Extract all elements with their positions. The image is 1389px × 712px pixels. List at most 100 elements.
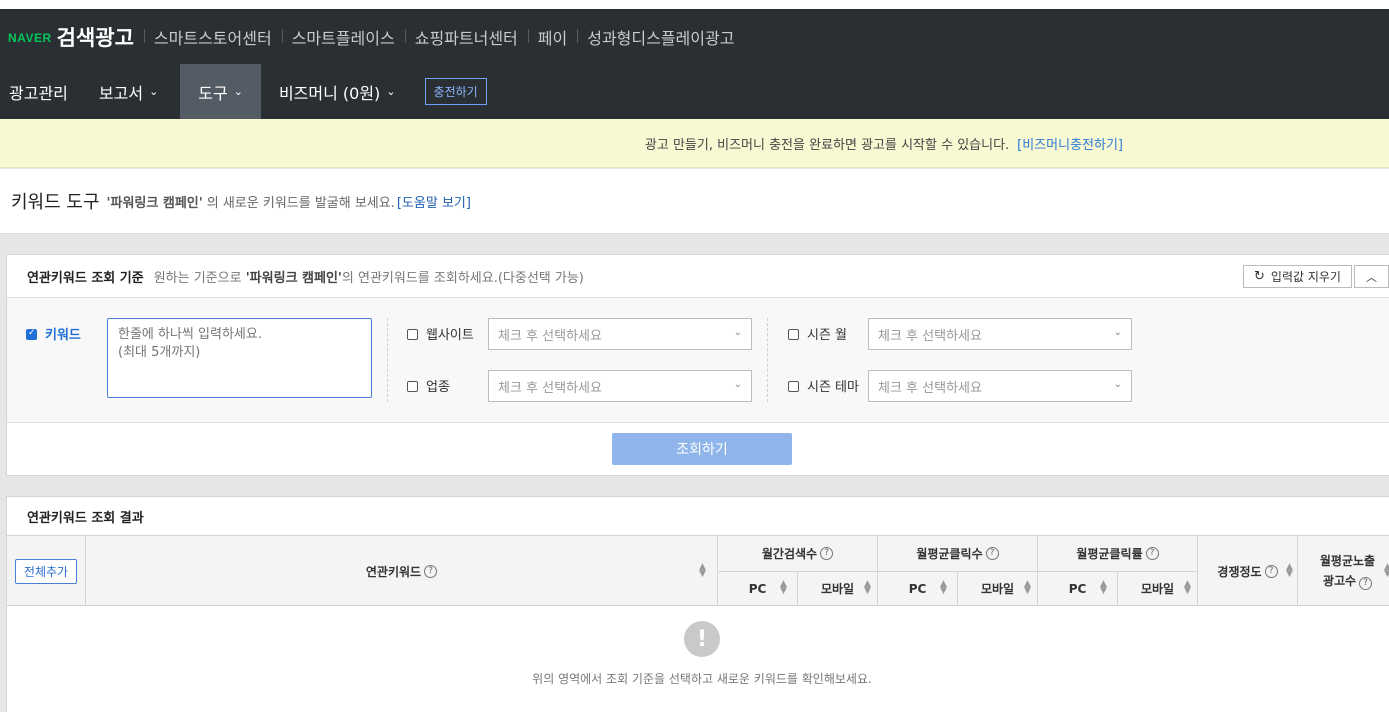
nav-ad-management[interactable]: 광고관리 [0, 64, 77, 119]
th-clicks-mobile[interactable]: 모바일 ▲ ▼ [958, 571, 1038, 606]
nav-tools-label: 도구 [198, 83, 228, 103]
question-circle-icon[interactable]: ? [820, 547, 834, 560]
th-clicks-mobile-label: 모바일 [980, 582, 1015, 596]
nav-tools[interactable]: 도구 ⌄ [180, 64, 261, 119]
th-avg-ctr: 월평균클릭률 ? [1038, 536, 1198, 571]
question-circle-icon[interactable]: ? [424, 564, 438, 578]
top-strip [0, 0, 1389, 9]
question-circle-icon[interactable]: ? [985, 547, 999, 560]
th-search-pc-label: PC [748, 581, 767, 596]
notice-text: 광고 만들기, 비즈머니 충전을 완료하면 광고를 시작할 수 있습니다. [644, 137, 1010, 153]
question-circle-icon[interactable]: ? [1145, 547, 1159, 560]
industry-select-value: 체크 후 선택하세요 [498, 380, 602, 396]
reset-input-button[interactable]: ↻ 입력값 지우기 [1243, 265, 1352, 288]
season-month-select-value: 체크 후 선택하세요 [878, 328, 982, 344]
nav-reports[interactable]: 보고서 ⌄ [90, 64, 167, 119]
question-circle-icon[interactable]: ? [1359, 577, 1373, 590]
nav-reports-label: 보고서 [98, 83, 144, 103]
gnb-link-smartplace[interactable]: 스마트플레이스 [281, 25, 405, 49]
criteria-description: 원하는 기준으로 '파워링크 캠페인'의 연관키워드를 조회하세요.(다중선택 … [153, 270, 584, 286]
chevron-down-icon: ⌄ [233, 85, 243, 98]
keyword-label: 키워드 [45, 328, 81, 343]
th-clicks-pc-label: PC [908, 581, 927, 596]
bizmoney-charge-link[interactable]: [비즈머니충전하기] [1017, 134, 1123, 153]
chevron-down-icon: ⌄ [1113, 379, 1122, 390]
season-month-select[interactable]: 체크 후 선택하세요 ⌄ [868, 318, 1132, 350]
keyword-checkbox[interactable] [26, 328, 37, 340]
th-avg-clicks: 월평균클릭수 ? [878, 536, 1038, 571]
results-title: 연관키워드 조회 결과 [7, 497, 1389, 536]
gnb-link-smartstore[interactable]: 스마트스토어센터 [143, 25, 282, 49]
keyword-textarea[interactable] [107, 318, 372, 398]
chevron-down-icon: ⌄ [1113, 327, 1122, 338]
season-theme-select[interactable]: 체크 후 선택하세요 ⌄ [868, 370, 1132, 402]
th-ctr-mobile-label: 모바일 [1140, 582, 1175, 596]
notice-bar: 광고 만들기, 비즈머니 충전을 완료하면 광고를 시작할 수 있습니다. [비… [0, 119, 1389, 168]
question-circle-icon[interactable]: ? [1264, 564, 1278, 578]
industry-select[interactable]: 체크 후 선택하세요 ⌄ [488, 370, 752, 402]
th-avg-ads-label-2: 광고수 [1322, 574, 1357, 588]
th-avg-ctr-label: 월평균클릭률 [1076, 547, 1143, 561]
nav-bizmoney[interactable]: 비즈머니 (0원) ⌄ [261, 64, 405, 119]
criteria-title: 연관키워드 조회 기준 [27, 270, 144, 286]
global-nav: NAVER 검색광고 스마트스토어센터 스마트플레이스 쇼핑파트너센터 페이 성… [0, 9, 1389, 64]
page-title: 키워드 도구 [11, 192, 100, 213]
th-search-mobile-label: 모바일 [820, 582, 855, 596]
criteria-panel: 연관키워드 조회 기준 원하는 기준으로 '파워링크 캠페인'의 연관키워드를 … [6, 254, 1389, 476]
chevron-down-icon: ⌄ [733, 379, 742, 390]
gnb-link-pay[interactable]: 페이 [527, 25, 577, 49]
th-avg-ads[interactable]: 월평균노출 광고수? ▲ ▼ [1298, 536, 1389, 606]
chevron-down-icon: ⌄ [149, 85, 159, 98]
sort-updown-icon[interactable]: ▲ ▼ [699, 563, 706, 579]
divider [387, 318, 388, 402]
website-select[interactable]: 체크 후 선택하세요 ⌄ [488, 318, 752, 350]
gnb-link-display-ads[interactable]: 성과형디스플레이광고 [577, 25, 744, 49]
criteria-footer: 조회하기 [7, 423, 1389, 475]
th-avg-clicks-label: 월평균클릭수 [916, 547, 983, 561]
sort-updown-icon[interactable]: ▲ ▼ [1384, 563, 1389, 579]
sort-updown-icon[interactable]: ▲ ▼ [1024, 580, 1031, 596]
gnb-link-shopping-partner[interactable]: 쇼핑파트너센터 [404, 25, 528, 49]
website-checkbox[interactable] [407, 329, 418, 340]
collapse-button[interactable]: ︿ [1354, 265, 1389, 288]
chevron-up-icon: ︿ [1366, 270, 1377, 284]
naver-logo: NAVER [8, 30, 52, 45]
charge-button[interactable]: 충전하기 [424, 78, 487, 105]
sort-updown-icon[interactable]: ▲ ▼ [1286, 563, 1293, 579]
season-month-checkbox[interactable] [788, 329, 799, 340]
campaign-name: '파워링크 캠페인' [106, 195, 203, 211]
results-panel: 연관키워드 조회 결과 전체추가 연관키워드 ? ▲ ▼ 월간검색수 ? 월평균클… [6, 496, 1389, 712]
sort-updown-icon[interactable]: ▲ ▼ [864, 580, 871, 596]
sort-updown-icon[interactable]: ▲ ▼ [940, 580, 947, 596]
th-keyword-label: 연관키워드 [365, 564, 422, 579]
season-theme-select-value: 체크 후 선택하세요 [878, 380, 982, 396]
empty-state: ! 위의 영역에서 조회 기준을 선택하고 새로운 키워드를 확인해보세요. [7, 607, 1389, 712]
search-button[interactable]: 조회하기 [612, 433, 792, 465]
th-ctr-pc[interactable]: PC ▲ ▼ [1038, 571, 1118, 606]
th-search-mobile[interactable]: 모바일 ▲ ▼ [798, 571, 878, 606]
th-avg-ads-label-1: 월평균노출 [1319, 554, 1376, 568]
sort-updown-icon[interactable]: ▲ ▼ [1184, 580, 1191, 596]
help-link[interactable]: [도움말 보기] [397, 192, 471, 211]
industry-checkbox[interactable] [407, 381, 418, 392]
season-month-label: 시즌 월 [807, 328, 848, 343]
results-table-header: 전체추가 연관키워드 ? ▲ ▼ 월간검색수 ? 월평균클릭수 ? 월평균클릭률 … [7, 536, 1389, 606]
th-monthly-search: 월간검색수 ? [718, 536, 878, 571]
logo[interactable]: NAVER 검색광고 [8, 22, 134, 52]
th-search-pc[interactable]: PC ▲ ▼ [718, 571, 798, 606]
th-keyword[interactable]: 연관키워드 ? ▲ ▼ [86, 536, 718, 606]
th-add-all: 전체추가 [7, 536, 86, 606]
nav-ad-management-label: 광고관리 [9, 83, 68, 103]
th-clicks-pc[interactable]: PC ▲ ▼ [878, 571, 958, 606]
page-title-bar: 키워드 도구 '파워링크 캠페인' 의 새로운 키워드를 발굴해 보세요. [도… [0, 169, 1389, 234]
th-ctr-mobile[interactable]: 모바일 ▲ ▼ [1118, 571, 1198, 606]
chevron-down-icon: ⌄ [386, 85, 396, 98]
refresh-icon: ↻ [1254, 269, 1265, 284]
add-all-button[interactable]: 전체추가 [14, 558, 78, 584]
th-competition-label: 경쟁정도 [1217, 564, 1262, 579]
sort-updown-icon[interactable]: ▲ ▼ [780, 580, 787, 596]
th-competition[interactable]: 경쟁정도 ? ▲ ▼ [1198, 536, 1298, 606]
season-theme-checkbox[interactable] [788, 381, 799, 392]
sort-updown-icon[interactable]: ▲ ▼ [1100, 580, 1107, 596]
website-label: 웹사이트 [426, 328, 474, 343]
